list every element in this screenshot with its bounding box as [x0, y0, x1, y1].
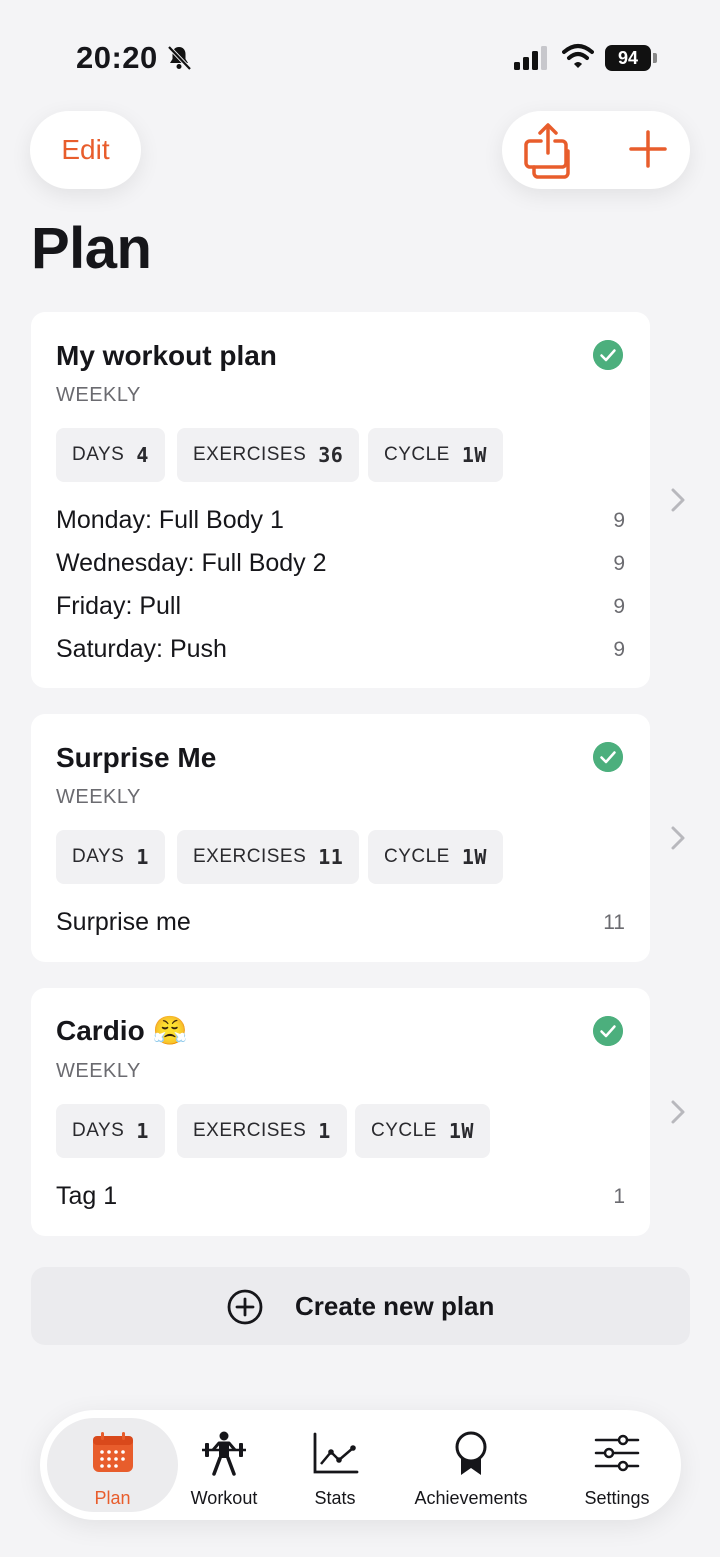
wifi-icon: [562, 44, 594, 68]
days-chip: DAYS 1: [56, 1104, 165, 1158]
tab-label: Stats: [314, 1488, 356, 1508]
page-title: Plan: [31, 216, 152, 281]
award-ribbon-icon: [455, 1431, 487, 1475]
line-chart-icon: [313, 1432, 359, 1474]
plan-title: Surprise Me: [56, 742, 217, 773]
status-time: 20:20: [76, 40, 158, 75]
chevron-right-icon[interactable]: [670, 487, 686, 513]
checkmark-icon: [593, 340, 623, 370]
plan-title: Cardio 😤: [56, 1015, 188, 1046]
plan-card-cardio[interactable]: Cardio 😤 WEEKLY DAYS 1 EXERCISES 1 CYCLE 1W…: [31, 988, 650, 1236]
tab-workout[interactable]: Workout: [180, 1418, 268, 1512]
header-actions: [502, 111, 690, 189]
exercises-chip: EXERCISES 36: [177, 428, 360, 482]
create-plan-label: Create new plan: [295, 1291, 495, 1321]
tab-label: Settings: [584, 1488, 650, 1508]
day-row-count: 9: [613, 552, 625, 575]
tab-plan[interactable]: Plan: [47, 1418, 178, 1512]
day-row-count: 9: [613, 595, 625, 618]
status-bar: 20:20 94: [0, 0, 720, 110]
add-icon[interactable]: [628, 129, 668, 169]
chip-label: CYCLE: [384, 846, 450, 867]
chip-value: 11: [318, 845, 344, 869]
checkmark-icon: [593, 742, 623, 772]
cycle-chip: CYCLE 1W: [355, 1104, 490, 1158]
plan-card-surprise-me[interactable]: Surprise Me WEEKLY DAYS 1 EXERCISES 11 CYC…: [31, 714, 650, 962]
battery-indicator: 94: [605, 45, 657, 71]
weightlifter-icon: [202, 1431, 246, 1476]
signal-icon: [514, 46, 547, 70]
chip-label: DAYS: [72, 1120, 125, 1141]
day-row-label: Wednesday: Full Body 2: [56, 549, 327, 577]
chip-label: DAYS: [72, 444, 125, 465]
day-row-label: Friday: Pull: [56, 592, 182, 620]
plan-frequency: WEEKLY: [56, 384, 141, 406]
tab-settings[interactable]: Settings: [562, 1418, 672, 1512]
exercises-chip: EXERCISES 1: [177, 1104, 347, 1158]
chip-label: DAYS: [72, 846, 125, 867]
day-row-count: 11: [603, 911, 625, 934]
day-row-label: Saturday: Push: [56, 635, 227, 663]
chevron-right-icon[interactable]: [670, 825, 686, 851]
sliders-icon: [594, 1434, 640, 1472]
chip-label: CYCLE: [384, 444, 450, 465]
battery-level: 94: [605, 45, 651, 71]
exercises-chip: EXERCISES 11: [177, 830, 360, 884]
days-chip: DAYS 4: [56, 428, 165, 482]
edit-button[interactable]: Edit: [30, 111, 141, 189]
create-plan-button[interactable]: Create new plan: [31, 1267, 690, 1345]
chip-value: 1W: [448, 1119, 474, 1143]
cycle-chip: CYCLE 1W: [368, 830, 503, 884]
tab-label: Plan: [94, 1488, 131, 1508]
chip-value: 1: [136, 1119, 149, 1143]
plan-frequency: WEEKLY: [56, 1060, 141, 1082]
chip-value: 4: [136, 443, 149, 467]
tab-label: Achievements: [414, 1488, 528, 1508]
chip-value: 1W: [461, 443, 487, 467]
battery-tip: [653, 53, 657, 63]
day-row-label: Surprise me: [56, 908, 191, 936]
checkmark-icon: [593, 1016, 623, 1046]
chevron-right-icon[interactable]: [670, 1099, 686, 1125]
tab-achievements[interactable]: Achievements: [404, 1418, 538, 1512]
plan-card-my-workout-plan[interactable]: My workout plan WEEKLY DAYS 4 EXERCISES 36…: [31, 312, 650, 688]
share-icon[interactable]: [522, 123, 572, 179]
calendar-icon: [93, 1432, 133, 1472]
plan-title: My workout plan: [56, 340, 277, 371]
plus-circle-icon: [227, 1289, 263, 1325]
plan-frequency: WEEKLY: [56, 786, 141, 808]
tab-stats[interactable]: Stats: [292, 1418, 378, 1512]
chip-label: CYCLE: [371, 1120, 437, 1141]
tab-bar: Plan Workout Stats Achievements Settings: [40, 1410, 681, 1520]
tab-label: Workout: [190, 1488, 258, 1508]
chip-value: 1W: [461, 845, 487, 869]
day-row-count: 9: [613, 638, 625, 661]
days-chip: DAYS 1: [56, 830, 165, 884]
chip-label: EXERCISES: [193, 846, 307, 867]
chip-label: EXERCISES: [193, 1120, 307, 1141]
day-row-count: 1: [613, 1185, 625, 1208]
day-row-label: Monday: Full Body 1: [56, 506, 284, 534]
cycle-chip: CYCLE 1W: [368, 428, 503, 482]
chip-value: 36: [318, 443, 344, 467]
day-row-count: 9: [613, 509, 625, 532]
silent-bell-icon: [167, 45, 192, 71]
chip-value: 1: [318, 1119, 331, 1143]
day-row-label: Tag 1: [56, 1182, 118, 1210]
chip-value: 1: [136, 845, 149, 869]
chip-label: EXERCISES: [193, 444, 307, 465]
